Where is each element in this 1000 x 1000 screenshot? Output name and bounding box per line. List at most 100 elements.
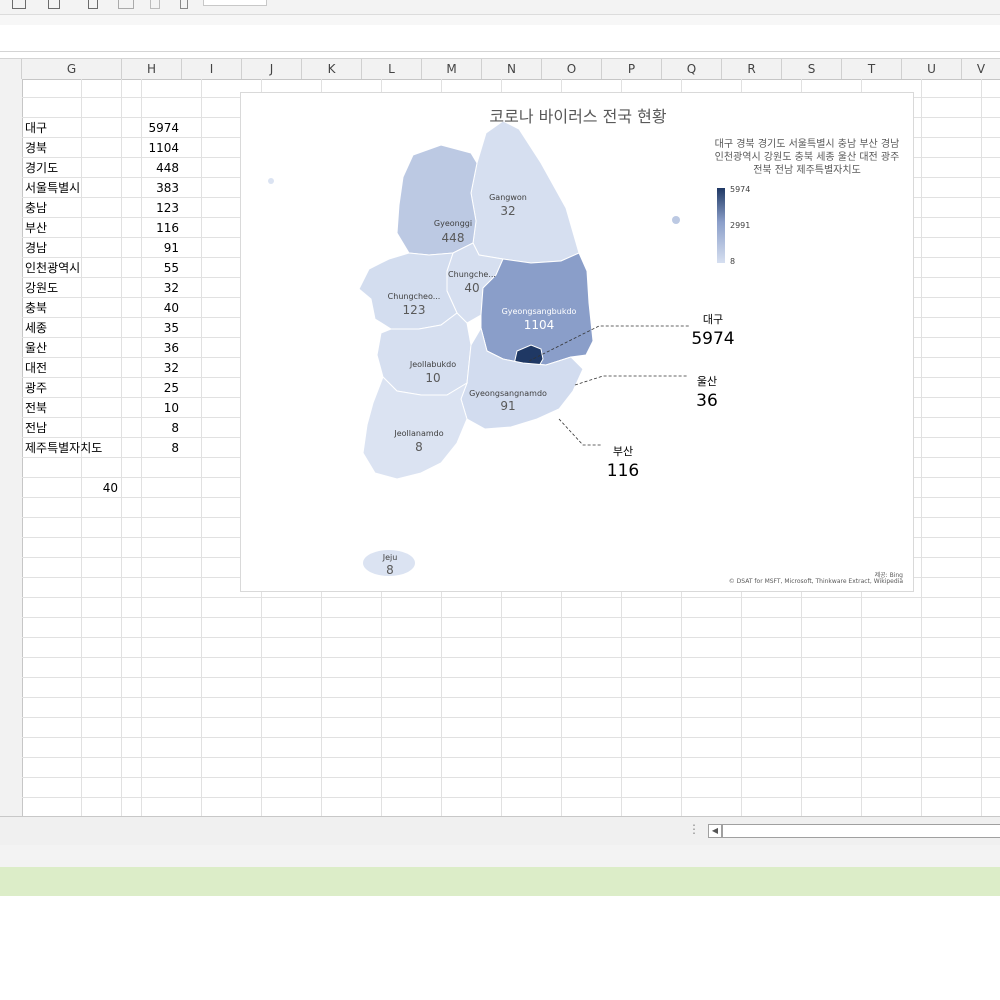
- callout-busan-value: 116: [606, 461, 640, 481]
- label-jeju: Jeju: [382, 553, 398, 562]
- label-chungnam: Chungcheo...: [388, 292, 441, 301]
- column-g[interactable]: G: [22, 59, 122, 79]
- cell-region[interactable]: 세종: [25, 318, 120, 338]
- callout-daegu-label: 대구: [702, 313, 724, 326]
- value-jeju: 8: [386, 563, 394, 577]
- column-k[interactable]: K: [302, 59, 362, 79]
- more-options-icon[interactable]: ⋮: [688, 822, 700, 836]
- cell-value[interactable]: 32: [122, 278, 179, 298]
- status-gap: [0, 845, 1000, 867]
- callout-busan-label: 부산: [612, 445, 634, 458]
- column-u[interactable]: U: [902, 59, 962, 79]
- column-m[interactable]: M: [422, 59, 482, 79]
- cell-value[interactable]: 10: [122, 398, 179, 418]
- leader-line-ulsan: [574, 375, 687, 386]
- brush-icon[interactable]: [150, 0, 160, 9]
- horizontal-scrollbar[interactable]: [722, 824, 1000, 838]
- cell-region[interactable]: 인천광역시: [25, 258, 120, 278]
- toolbar: [0, 0, 1000, 15]
- column-t[interactable]: T: [842, 59, 902, 79]
- cell-value[interactable]: 123: [122, 198, 179, 218]
- cell-region[interactable]: 울산: [25, 338, 120, 358]
- value-jeonbuk: 10: [425, 371, 440, 385]
- cell-region[interactable]: 경남: [25, 238, 120, 258]
- cell-value[interactable]: 25: [122, 378, 179, 398]
- cell-region[interactable]: 전북: [25, 398, 120, 418]
- label-jeonbuk: Jeollabukdo: [409, 360, 456, 369]
- cell-region[interactable]: 대구: [25, 118, 120, 138]
- value-gyeongnam: 91: [500, 399, 515, 413]
- cell-region[interactable]: 강원도: [25, 278, 120, 298]
- cell-value[interactable]: 8: [122, 438, 179, 458]
- legend-title: 대구 경북 경기도 서울특별시 충남 부산 경남 인천광역시 강원도 충북 세종…: [714, 139, 900, 176]
- row-header[interactable]: [0, 79, 23, 816]
- scroll-left-icon[interactable]: ◀: [708, 824, 722, 838]
- toolbar-strip: [0, 15, 1000, 25]
- cell-region[interactable]: 광주: [25, 378, 120, 398]
- label-gangwon: Gangwon: [489, 193, 527, 202]
- column-h[interactable]: H: [122, 59, 182, 79]
- cell-value[interactable]: 5974: [122, 118, 179, 138]
- column-s[interactable]: S: [782, 59, 842, 79]
- cell-g20[interactable]: 40: [22, 478, 118, 498]
- cell-region[interactable]: 경기도: [25, 158, 120, 178]
- cell-value[interactable]: 8: [122, 418, 179, 438]
- cell-value[interactable]: 383: [122, 178, 179, 198]
- value-chungbuk: 40: [464, 281, 479, 295]
- island: [672, 216, 680, 224]
- label-gyeongbuk: Gyeongsangbukdo: [502, 307, 577, 316]
- table-icon[interactable]: [12, 0, 26, 9]
- cell-value[interactable]: 40: [122, 298, 179, 318]
- region-gyeonggi: [396, 144, 478, 256]
- cell-value[interactable]: 1104: [122, 138, 179, 158]
- value-gangwon: 32: [500, 204, 515, 218]
- map-chart[interactable]: Gangwon 32 Gyeonggi 448 Chungche... 40 C…: [240, 92, 914, 592]
- cell-region[interactable]: 서울특별시: [25, 178, 120, 198]
- cell-value[interactable]: 116: [122, 218, 179, 238]
- column-j[interactable]: J: [242, 59, 302, 79]
- formula-bar[interactable]: [0, 25, 1000, 52]
- cell-value[interactable]: 36: [122, 338, 179, 358]
- cell-region[interactable]: 충북: [25, 298, 120, 318]
- label-gyeongnam: Gyeongsangnamdo: [469, 389, 547, 398]
- cell-value[interactable]: 55: [122, 258, 179, 278]
- name-box[interactable]: [203, 0, 267, 6]
- column-i[interactable]: I: [182, 59, 242, 79]
- value-gyeonggi: 448: [442, 231, 465, 245]
- redo-icon[interactable]: [180, 0, 188, 9]
- cell-region[interactable]: 경북: [25, 138, 120, 158]
- value-gyeongbuk: 1104: [524, 318, 555, 332]
- cell-region[interactable]: 부산: [25, 218, 120, 238]
- cell-region[interactable]: 전남: [25, 418, 120, 438]
- copy-icon[interactable]: [118, 0, 134, 9]
- region-gangwon: [470, 120, 580, 264]
- cell-value[interactable]: 32: [122, 358, 179, 378]
- legend-max: 5974: [730, 185, 751, 194]
- chart-title: 코로나 바이러스 전국 현황: [489, 107, 667, 126]
- value-jeonnam: 8: [415, 440, 423, 454]
- legend-mid: 2991: [730, 221, 751, 230]
- column-r[interactable]: R: [722, 59, 782, 79]
- column-n[interactable]: N: [482, 59, 542, 79]
- column-q[interactable]: Q: [662, 59, 722, 79]
- callout-ulsan-value: 36: [696, 391, 718, 411]
- cell-value[interactable]: 91: [122, 238, 179, 258]
- map-credit-sources: © DSAT for MSFT, Microsoft, Thinkware Ex…: [728, 578, 903, 585]
- cell-value[interactable]: 35: [122, 318, 179, 338]
- corner-cell[interactable]: [0, 59, 22, 79]
- paste-icon[interactable]: [88, 0, 98, 9]
- legend-color-scale: [717, 188, 725, 263]
- column-v[interactable]: V: [962, 59, 1000, 79]
- cell-region[interactable]: 제주특별자치도: [25, 438, 120, 458]
- cell-value[interactable]: 448: [122, 158, 179, 178]
- column-l[interactable]: L: [362, 59, 422, 79]
- cell-region[interactable]: 대전: [25, 358, 120, 378]
- column-p[interactable]: P: [602, 59, 662, 79]
- legend-min: 8: [730, 257, 736, 266]
- chart-icon[interactable]: [48, 0, 60, 9]
- cell-region[interactable]: 충남: [25, 198, 120, 218]
- column-o[interactable]: O: [542, 59, 602, 79]
- callout-daegu-value: 5974: [691, 329, 735, 349]
- sheet-tab-bar: ⋮ ◀: [0, 816, 1000, 845]
- label-gyeonggi: Gyeonggi: [434, 219, 472, 228]
